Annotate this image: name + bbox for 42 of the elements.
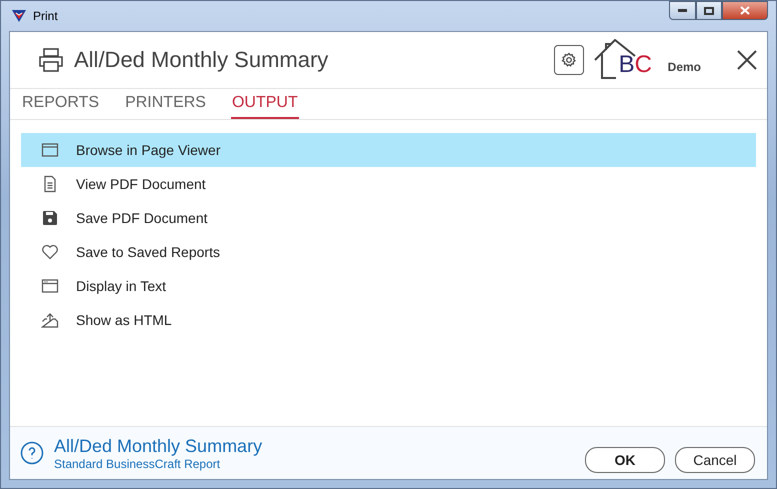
option-label: Display in Text [76,278,166,294]
window-title: Print [33,9,58,23]
window-icon [41,141,59,159]
tab[interactable]: REPORTS [21,94,100,119]
maximize-icon [704,6,714,14]
app-logo-icon [11,9,27,23]
close-button[interactable] [722,1,768,20]
report-title: All/Ded Monthly Summary [54,436,262,456]
logo-letter: C [634,52,652,78]
option-label: View PDF Document [76,176,206,192]
cancel-button[interactable]: Cancel [675,447,755,473]
ok-button[interactable]: OK [585,447,665,473]
option-label: Save to Saved Reports [76,244,220,260]
logo-letter: B [618,52,635,78]
output-option[interactable]: Save PDF Document [21,201,756,235]
upload-tray-icon [41,311,59,329]
close-icon [737,50,757,70]
heart-icon [41,243,59,261]
output-option[interactable]: Save to Saved Reports [21,235,756,269]
output-option[interactable]: View PDF Document [21,167,756,201]
printer-icon [38,48,64,72]
option-label: Show as HTML [76,312,172,328]
option-label: Save PDF Document [76,210,208,226]
tab[interactable]: PRINTERS [124,94,207,119]
minimize-icon [678,9,687,12]
report-subtitle: Standard BusinessCraft Report [54,456,222,470]
tab[interactable]: OUTPUT [230,94,299,119]
settings-button[interactable] [554,45,584,75]
output-option[interactable]: Display in Text [21,269,756,303]
maximize-button[interactable] [696,1,722,20]
house-logo-icon [594,39,636,79]
close-button[interactable] [737,50,757,70]
settings-icon [560,52,577,68]
window-icon [41,277,59,295]
output-option[interactable]: Browse in Page Viewer [21,133,756,167]
option-label: Browse in Page Viewer [76,142,220,158]
minimize-button[interactable] [669,1,696,20]
close-icon [740,6,750,15]
dialog-title: All/Ded Monthly Summary [74,47,328,73]
logo-caption: Demo [668,60,701,74]
output-option[interactable]: Show as HTML [21,303,756,337]
help-icon [20,441,44,465]
